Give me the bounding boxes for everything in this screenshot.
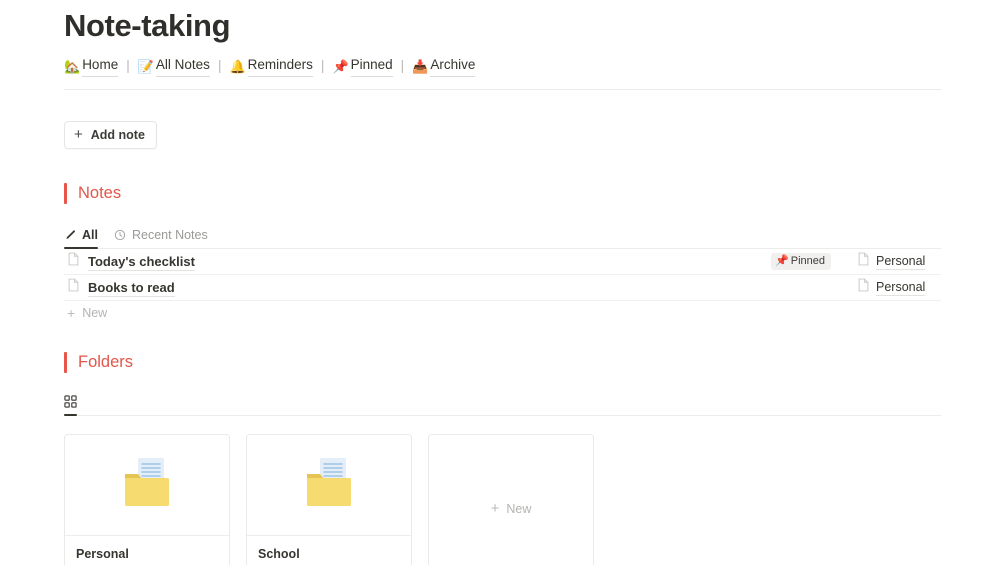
notes-section: Notes All Recent Notes Today's checklist… xyxy=(64,183,941,325)
header-divider xyxy=(64,89,941,90)
breadcrumb-nav: 🏡 Home | 📝 All Notes | 🔔 Reminders | 📌 P… xyxy=(64,55,941,77)
notes-list: Today's checklist 📌 Pinned Personal Book… xyxy=(64,249,941,325)
folder-meta: School 2 notes xyxy=(247,536,411,565)
folders-section-header: Folders xyxy=(64,352,941,373)
inbox-tray-emoji: 📥 xyxy=(412,58,429,74)
add-folder-label: New xyxy=(506,502,532,516)
table-row[interactable]: Books to read Personal xyxy=(64,275,941,301)
folders-section-title: Folders xyxy=(78,353,134,371)
notes-tabbar: All Recent Notes xyxy=(64,220,941,249)
nav-label-all-notes: All Notes xyxy=(155,55,210,77)
page-title: Note-taking xyxy=(64,8,231,43)
note-row-meta: 📌 Pinned Personal xyxy=(771,252,941,271)
nav-separator: | xyxy=(217,58,222,73)
nav-link-pinned[interactable]: 📌 Pinned xyxy=(332,55,393,77)
pushpin-emoji: 📌 xyxy=(775,255,789,267)
note-tag-label: Personal xyxy=(876,254,926,270)
plus-icon: + xyxy=(490,500,500,517)
status-badge-label: Pinned xyxy=(790,255,825,267)
nav-separator: | xyxy=(400,58,405,73)
add-new-note-row[interactable]: + New xyxy=(64,301,941,325)
folder-name: Personal xyxy=(76,547,129,561)
folder-meta: Personal 3 notes xyxy=(65,536,229,565)
folder-card-personal[interactable]: Personal 3 notes xyxy=(64,434,230,565)
folder-thumbnail xyxy=(65,435,229,536)
tab-recent-notes[interactable]: Recent Notes xyxy=(114,228,208,248)
nav-label-home: Home xyxy=(82,55,119,77)
folders-grid: Personal 3 notes xyxy=(64,434,941,565)
note-title: Books to read xyxy=(88,279,175,297)
note-row-main: Today's checklist xyxy=(67,252,771,271)
folders-tabbar xyxy=(64,387,941,416)
status-badge[interactable]: 📌 Pinned xyxy=(771,253,831,270)
folder-name: School xyxy=(258,547,300,561)
add-new-note-label: New xyxy=(82,306,108,320)
note-row-main: Books to read xyxy=(67,278,857,297)
home-emoji: 🏡 xyxy=(64,58,81,74)
tab-recent-notes-label: Recent Notes xyxy=(131,228,208,242)
folder-document-icon xyxy=(115,454,179,517)
folder-document-icon xyxy=(297,454,361,517)
add-folder-card[interactable]: + New xyxy=(428,434,594,565)
note-title: Today's checklist xyxy=(88,253,195,271)
notes-section-header: Notes xyxy=(64,183,941,204)
note-tag[interactable]: Personal xyxy=(857,278,941,297)
tab-grid-view[interactable] xyxy=(64,395,77,416)
nav-label-pinned: Pinned xyxy=(350,55,393,77)
tab-all-label: All xyxy=(82,228,98,242)
add-note-label: Add note xyxy=(90,128,145,142)
tab-all[interactable]: All xyxy=(64,228,98,249)
nav-label-archive: Archive xyxy=(430,55,476,77)
folder-thumbnail xyxy=(247,435,411,536)
folders-section: Folders Personal School + New xyxy=(64,352,941,565)
note-row-meta: Personal xyxy=(857,278,941,297)
clock-icon xyxy=(114,229,126,241)
plus-icon: + xyxy=(67,305,76,321)
pencil-icon xyxy=(64,229,76,241)
pushpin-emoji: 📌 xyxy=(332,58,349,74)
nav-separator: | xyxy=(320,58,325,73)
nav-separator: | xyxy=(126,58,130,73)
nav-label-reminders: Reminders xyxy=(247,55,313,77)
page-icon xyxy=(857,252,870,271)
bell-emoji: 🔔 xyxy=(229,58,246,74)
note-tag[interactable]: Personal xyxy=(857,252,941,271)
add-note-button[interactable]: + Add note xyxy=(64,121,157,149)
page-icon xyxy=(67,252,80,271)
section-accent-bar xyxy=(64,352,67,373)
nav-link-archive[interactable]: 📥 Archive xyxy=(412,55,476,77)
page-icon xyxy=(857,278,870,297)
note-tag-label: Personal xyxy=(876,280,926,296)
notes-section-title: Notes xyxy=(78,184,122,202)
grid-view-icon xyxy=(64,395,77,408)
page-icon xyxy=(67,278,80,297)
nav-link-reminders[interactable]: 🔔 Reminders xyxy=(229,55,313,77)
table-row[interactable]: Today's checklist 📌 Pinned Personal xyxy=(64,249,941,275)
page-header: Note-taking 🏡 Home | 📝 All Notes | 🔔 Rem… xyxy=(64,0,941,90)
nav-link-all-notes[interactable]: 📝 All Notes xyxy=(138,55,210,77)
note-taking-page: Note-taking 🏡 Home | 📝 All Notes | 🔔 Rem… xyxy=(0,0,1005,565)
memo-emoji: 📝 xyxy=(137,58,154,74)
nav-link-home[interactable]: 🏡 Home xyxy=(64,55,119,77)
folder-card-school[interactable]: School 2 notes xyxy=(246,434,412,565)
plus-icon: + xyxy=(74,126,83,143)
toolbar: + Add note xyxy=(64,121,941,149)
section-accent-bar xyxy=(64,183,67,204)
